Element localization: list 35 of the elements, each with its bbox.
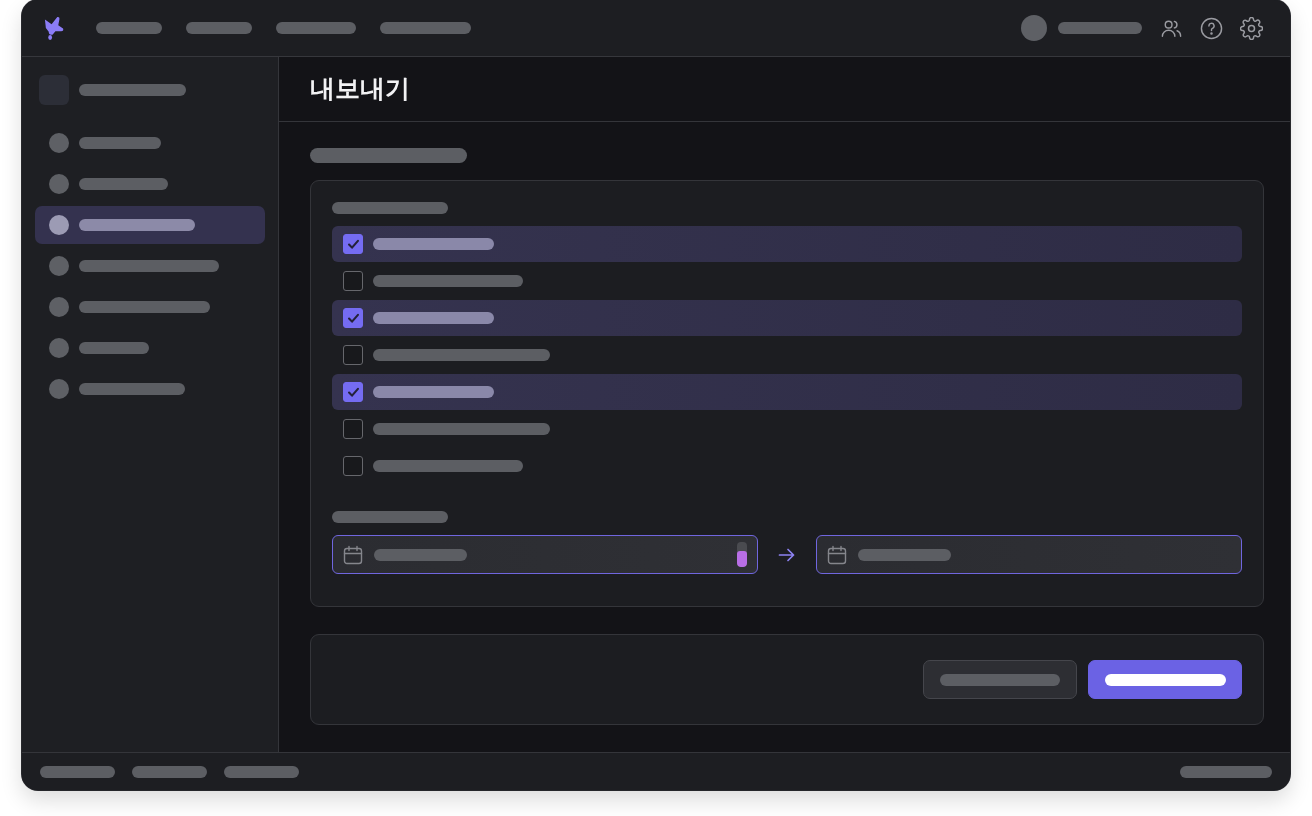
skeleton-line [96,22,162,34]
secondary-button[interactable] [923,660,1077,699]
checkbox[interactable] [343,382,363,402]
calendar-icon [827,544,847,565]
option-row[interactable] [332,374,1242,410]
settings-icon[interactable] [1240,16,1263,40]
calendar-icon [343,544,363,565]
primary-button[interactable] [1088,660,1242,699]
circle-icon [49,256,69,276]
checkbox[interactable] [343,456,363,476]
page-title: 내보내기 [310,74,410,104]
checkbox[interactable] [343,345,363,365]
logo-icon[interactable] [43,15,64,41]
circle-icon [49,297,69,317]
circle-icon [49,133,69,153]
checkbox[interactable] [343,419,363,439]
help-icon[interactable] [1200,16,1223,40]
skeleton-line [79,342,149,354]
checkmark-icon [347,387,359,397]
sidebar-item[interactable] [35,206,265,244]
checkmark-icon [347,313,359,323]
avatar-icon[interactable] [1021,15,1047,41]
circle-icon [49,174,69,194]
option-row[interactable] [332,300,1242,336]
circle-icon [49,215,69,235]
circle-icon [49,379,69,399]
checkbox[interactable] [343,308,363,328]
checkbox[interactable] [343,234,363,254]
date-field[interactable] [332,535,758,574]
checkbox[interactable] [343,271,363,291]
circle-icon [49,338,69,358]
skeleton-line [186,22,252,34]
option-row[interactable] [332,226,1242,262]
date-field[interactable] [816,535,1242,574]
checkmark-icon [347,239,359,249]
